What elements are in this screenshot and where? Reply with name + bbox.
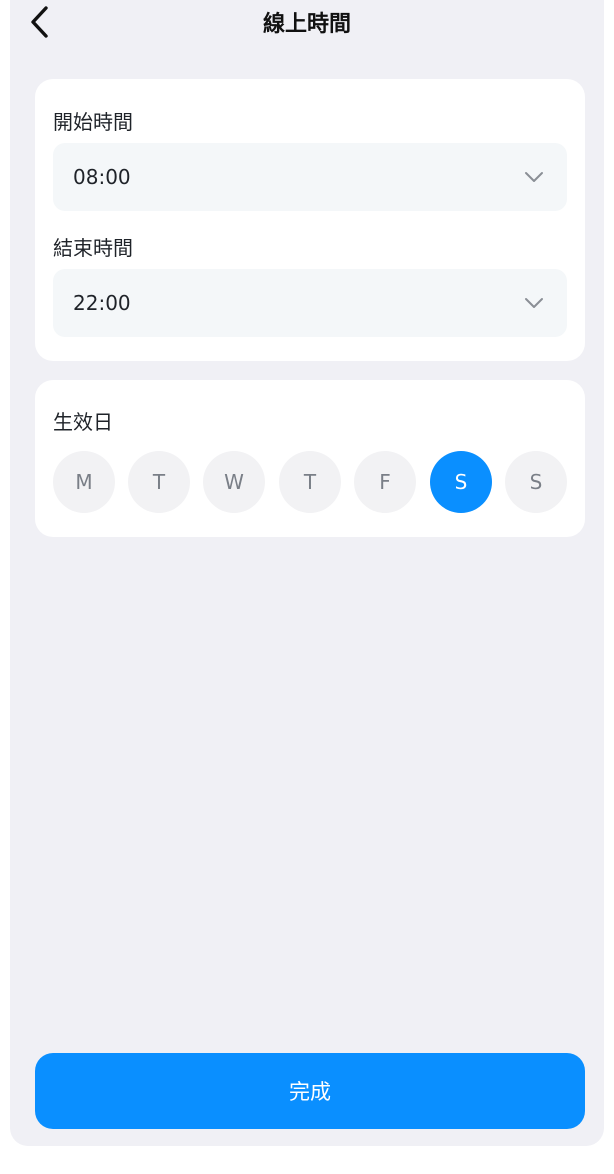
day-toggle-tuesday[interactable]: T (128, 451, 190, 513)
chevron-down-icon (525, 298, 543, 308)
time-settings-card: 開始時間 08:00 結束時間 22:00 (35, 79, 585, 361)
done-button[interactable]: 完成 (35, 1053, 585, 1129)
day-toggle-wednesday[interactable]: W (203, 451, 265, 513)
end-time-label: 結束時間 (53, 236, 133, 260)
page-title: 線上時間 (262, 12, 351, 37)
end-time-value: 22:00 (73, 291, 131, 315)
chevron-down-icon (525, 172, 543, 182)
weekday-selector: M T W T F S S (53, 451, 567, 513)
start-time-label: 開始時間 (53, 110, 133, 134)
effective-days-card: 生效日 M T W T F S S (35, 380, 585, 537)
day-toggle-thursday[interactable]: T (279, 451, 341, 513)
effective-days-label: 生效日 (53, 410, 113, 434)
day-toggle-sunday[interactable]: S (505, 451, 567, 513)
day-toggle-friday[interactable]: F (354, 451, 416, 513)
day-toggle-saturday[interactable]: S (430, 451, 492, 513)
end-time-select[interactable]: 22:00 (53, 269, 567, 337)
start-time-select[interactable]: 08:00 (53, 143, 567, 211)
nav-header: 線上時間 (10, 0, 604, 50)
day-toggle-monday[interactable]: M (53, 451, 115, 513)
start-time-value: 08:00 (73, 165, 131, 189)
screen: 線上時間 開始時間 08:00 結束時間 22:00 生效日 M T W T F… (10, 0, 604, 1146)
